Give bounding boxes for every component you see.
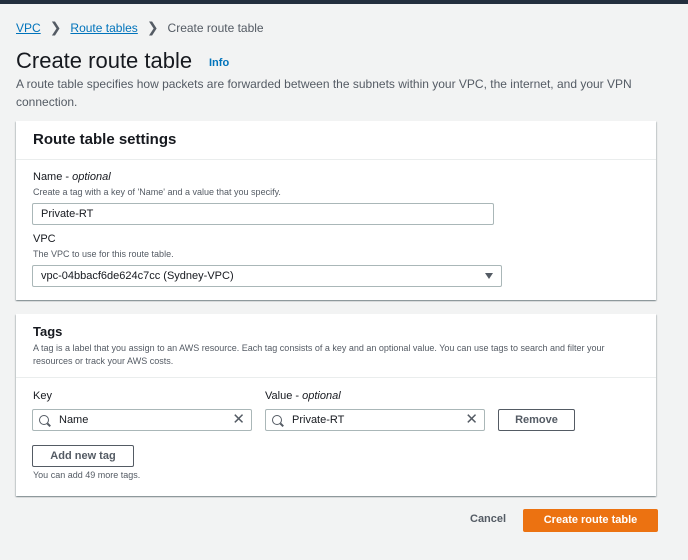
tag-key-value: Name — [59, 414, 89, 426]
tag-value-label-text: Value — [265, 390, 293, 402]
route-table-settings-panel: Route table settings Name - optional Cre… — [16, 121, 656, 300]
tags-title: Tags — [33, 324, 63, 339]
top-navigation-bar — [0, 0, 688, 4]
caret-down-icon — [485, 273, 493, 279]
tags-description: A tag is a label that you assign to an A… — [33, 343, 605, 366]
tag-value-label: Value - optional — [265, 390, 341, 402]
name-field-description: Create a tag with a key of 'Name' and a … — [33, 187, 281, 197]
search-icon — [272, 415, 282, 425]
vpc-field-description: The VPC to use for this route table. — [33, 249, 174, 259]
close-icon[interactable]: ✕ — [232, 410, 245, 430]
name-label-text: Name — [33, 171, 63, 183]
breadcrumb: VPC ❯ Route tables ❯ Create route table — [16, 19, 264, 36]
chevron-right-icon: ❯ — [49, 19, 62, 35]
name-field-label: Name - optional — [33, 171, 111, 183]
search-icon — [39, 415, 49, 425]
add-new-tag-button[interactable]: Add new tag — [32, 445, 134, 467]
tag-value-value: Private-RT — [292, 414, 345, 426]
optional-label: optional — [72, 171, 111, 183]
tag-value-input[interactable]: Private-RT ✕ — [265, 409, 485, 431]
create-route-table-button[interactable]: Create route table — [523, 509, 658, 532]
vpc-select-value: vpc-04bbacf6de624c7cc (Sydney-VPC) — [41, 270, 234, 282]
vpc-select[interactable]: vpc-04bbacf6de624c7cc (Sydney-VPC) — [32, 265, 502, 287]
optional-label: optional — [302, 390, 341, 402]
tag-key-input[interactable]: Name ✕ — [32, 409, 252, 431]
breadcrumb-current: Create route table — [167, 20, 264, 35]
vpc-field-label: VPC — [33, 233, 56, 245]
cancel-button[interactable]: Cancel — [470, 513, 506, 525]
remove-tag-button[interactable]: Remove — [498, 409, 575, 431]
tags-panel: Tags A tag is a label that you assign to… — [16, 314, 656, 496]
divider — [16, 377, 656, 378]
chevron-right-icon: ❯ — [146, 19, 159, 35]
tags-helper-text: You can add 49 more tags. — [33, 470, 141, 480]
breadcrumb-vpc-link[interactable]: VPC — [16, 21, 41, 35]
page-description: A route table specifies how packets are … — [16, 77, 632, 109]
info-link[interactable]: Info — [209, 57, 229, 69]
name-input[interactable]: Private-RT — [32, 203, 494, 225]
breadcrumb-route-tables-link[interactable]: Route tables — [70, 21, 137, 35]
close-icon[interactable]: ✕ — [465, 410, 478, 430]
page-title: Create route table — [16, 48, 193, 73]
tag-key-label: Key — [33, 390, 52, 402]
panel-title: Route table settings — [33, 131, 177, 148]
panel-header: Route table settings — [16, 121, 656, 160]
